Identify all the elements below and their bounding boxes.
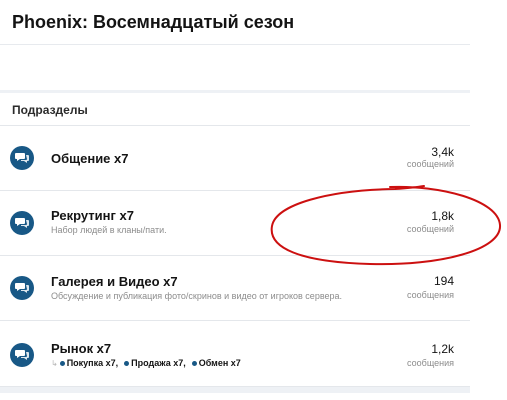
forum-node-rekruting[interactable]: Рекрутинг x7 Набор людей в кланы/пати. 1… bbox=[0, 191, 470, 256]
node-stat-label: сообщений bbox=[406, 224, 454, 234]
node-title-link[interactable]: Общение x7 bbox=[51, 151, 129, 166]
subforum-dot-icon bbox=[124, 360, 130, 366]
node-stat-value: 3,4k bbox=[431, 145, 454, 159]
node-title-link[interactable]: Рынок x7 bbox=[51, 341, 111, 356]
comments-icon bbox=[10, 343, 34, 367]
subforum-label: Продажа x7, bbox=[131, 358, 186, 368]
forum-node-galereya[interactable]: Галерея и Видео x7 Обсуждение и публикац… bbox=[0, 256, 470, 321]
subforum-link-pokupka[interactable]: Покупка x7, bbox=[59, 358, 119, 368]
subforum-link-obmen[interactable]: Обмен x7 bbox=[191, 358, 241, 368]
subforum-list: ↳ Покупка x7, Продажа x7, Обмен x7 bbox=[51, 358, 247, 368]
node-stat-label: сообщения bbox=[407, 358, 454, 368]
node-title-link[interactable]: Галерея и Видео x7 bbox=[51, 274, 178, 289]
subforum-dot-icon bbox=[191, 360, 197, 366]
subforum-dot-icon bbox=[59, 360, 65, 366]
block-footer bbox=[0, 387, 470, 393]
node-description: Набор людей в кланы/пати. bbox=[51, 225, 167, 235]
comments-icon bbox=[10, 276, 34, 300]
forum-node-rynok[interactable]: Рынок x7 ↳ Покупка x7, Продажа x7, Обмен… bbox=[0, 321, 470, 387]
subforum-link-prodazha[interactable]: Продажа x7, bbox=[124, 358, 186, 368]
node-description: Обсуждение и публикация фото/скринов и в… bbox=[51, 291, 343, 301]
page-header: Phoenix: Восемнадцатый сезон bbox=[0, 0, 470, 45]
forum-node-obshchenie[interactable]: Общение x7 3,4k сообщений bbox=[0, 126, 470, 191]
node-stat-label: сообщения bbox=[407, 290, 454, 300]
subforum-label: Обмен x7 bbox=[198, 358, 241, 368]
comments-icon bbox=[10, 211, 34, 235]
page-title: Phoenix: Восемнадцатый сезон bbox=[12, 12, 295, 32]
node-stat-label: сообщений bbox=[406, 159, 454, 169]
node-stat-value: 1,2k bbox=[431, 342, 454, 356]
node-stat-value: 1,8k bbox=[431, 209, 454, 223]
node-stat-value: 194 bbox=[433, 274, 454, 288]
section-title: Подразделы bbox=[12, 103, 88, 117]
subforum-label: Покупка x7, bbox=[66, 358, 119, 368]
comments-icon bbox=[10, 146, 34, 170]
section-header: Подразделы bbox=[0, 93, 470, 126]
subforum-arrow-icon: ↳ bbox=[51, 358, 58, 368]
node-title-link[interactable]: Рекрутинг x7 bbox=[51, 208, 134, 223]
